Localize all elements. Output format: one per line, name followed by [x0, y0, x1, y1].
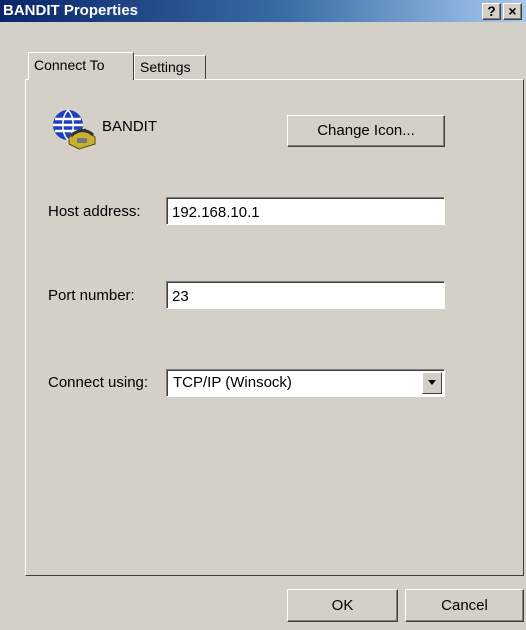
connect-using-select[interactable]: TCP/IP (Winsock)	[166, 369, 445, 397]
change-icon-button[interactable]: Change Icon...	[287, 115, 445, 147]
port-number-label: Port number:	[48, 287, 135, 304]
tab-settings[interactable]: Settings	[134, 55, 206, 80]
properties-dialog: BANDIT Properties ? × Connect To Setting…	[0, 0, 526, 630]
tab-connect-to[interactable]: Connect To	[28, 52, 134, 80]
port-number-input[interactable]	[166, 281, 445, 309]
window-title: BANDIT Properties	[3, 2, 139, 19]
connection-name: BANDIT	[102, 118, 158, 135]
chevron-down-icon	[428, 380, 436, 385]
title-bar[interactable]: BANDIT Properties ? ×	[0, 0, 526, 22]
tab-panel	[25, 79, 524, 576]
connect-using-label: Connect using:	[48, 374, 149, 391]
phone-globe-icon	[53, 109, 96, 150]
help-button[interactable]: ?	[482, 3, 501, 20]
host-address-input[interactable]	[166, 197, 445, 225]
host-address-label: Host address:	[48, 203, 141, 220]
ok-button[interactable]: OK	[287, 589, 398, 622]
dropdown-arrow-button[interactable]	[422, 372, 442, 394]
close-button[interactable]: ×	[503, 3, 522, 20]
cancel-button[interactable]: Cancel	[405, 589, 524, 622]
connect-using-value: TCP/IP (Winsock)	[173, 374, 292, 391]
